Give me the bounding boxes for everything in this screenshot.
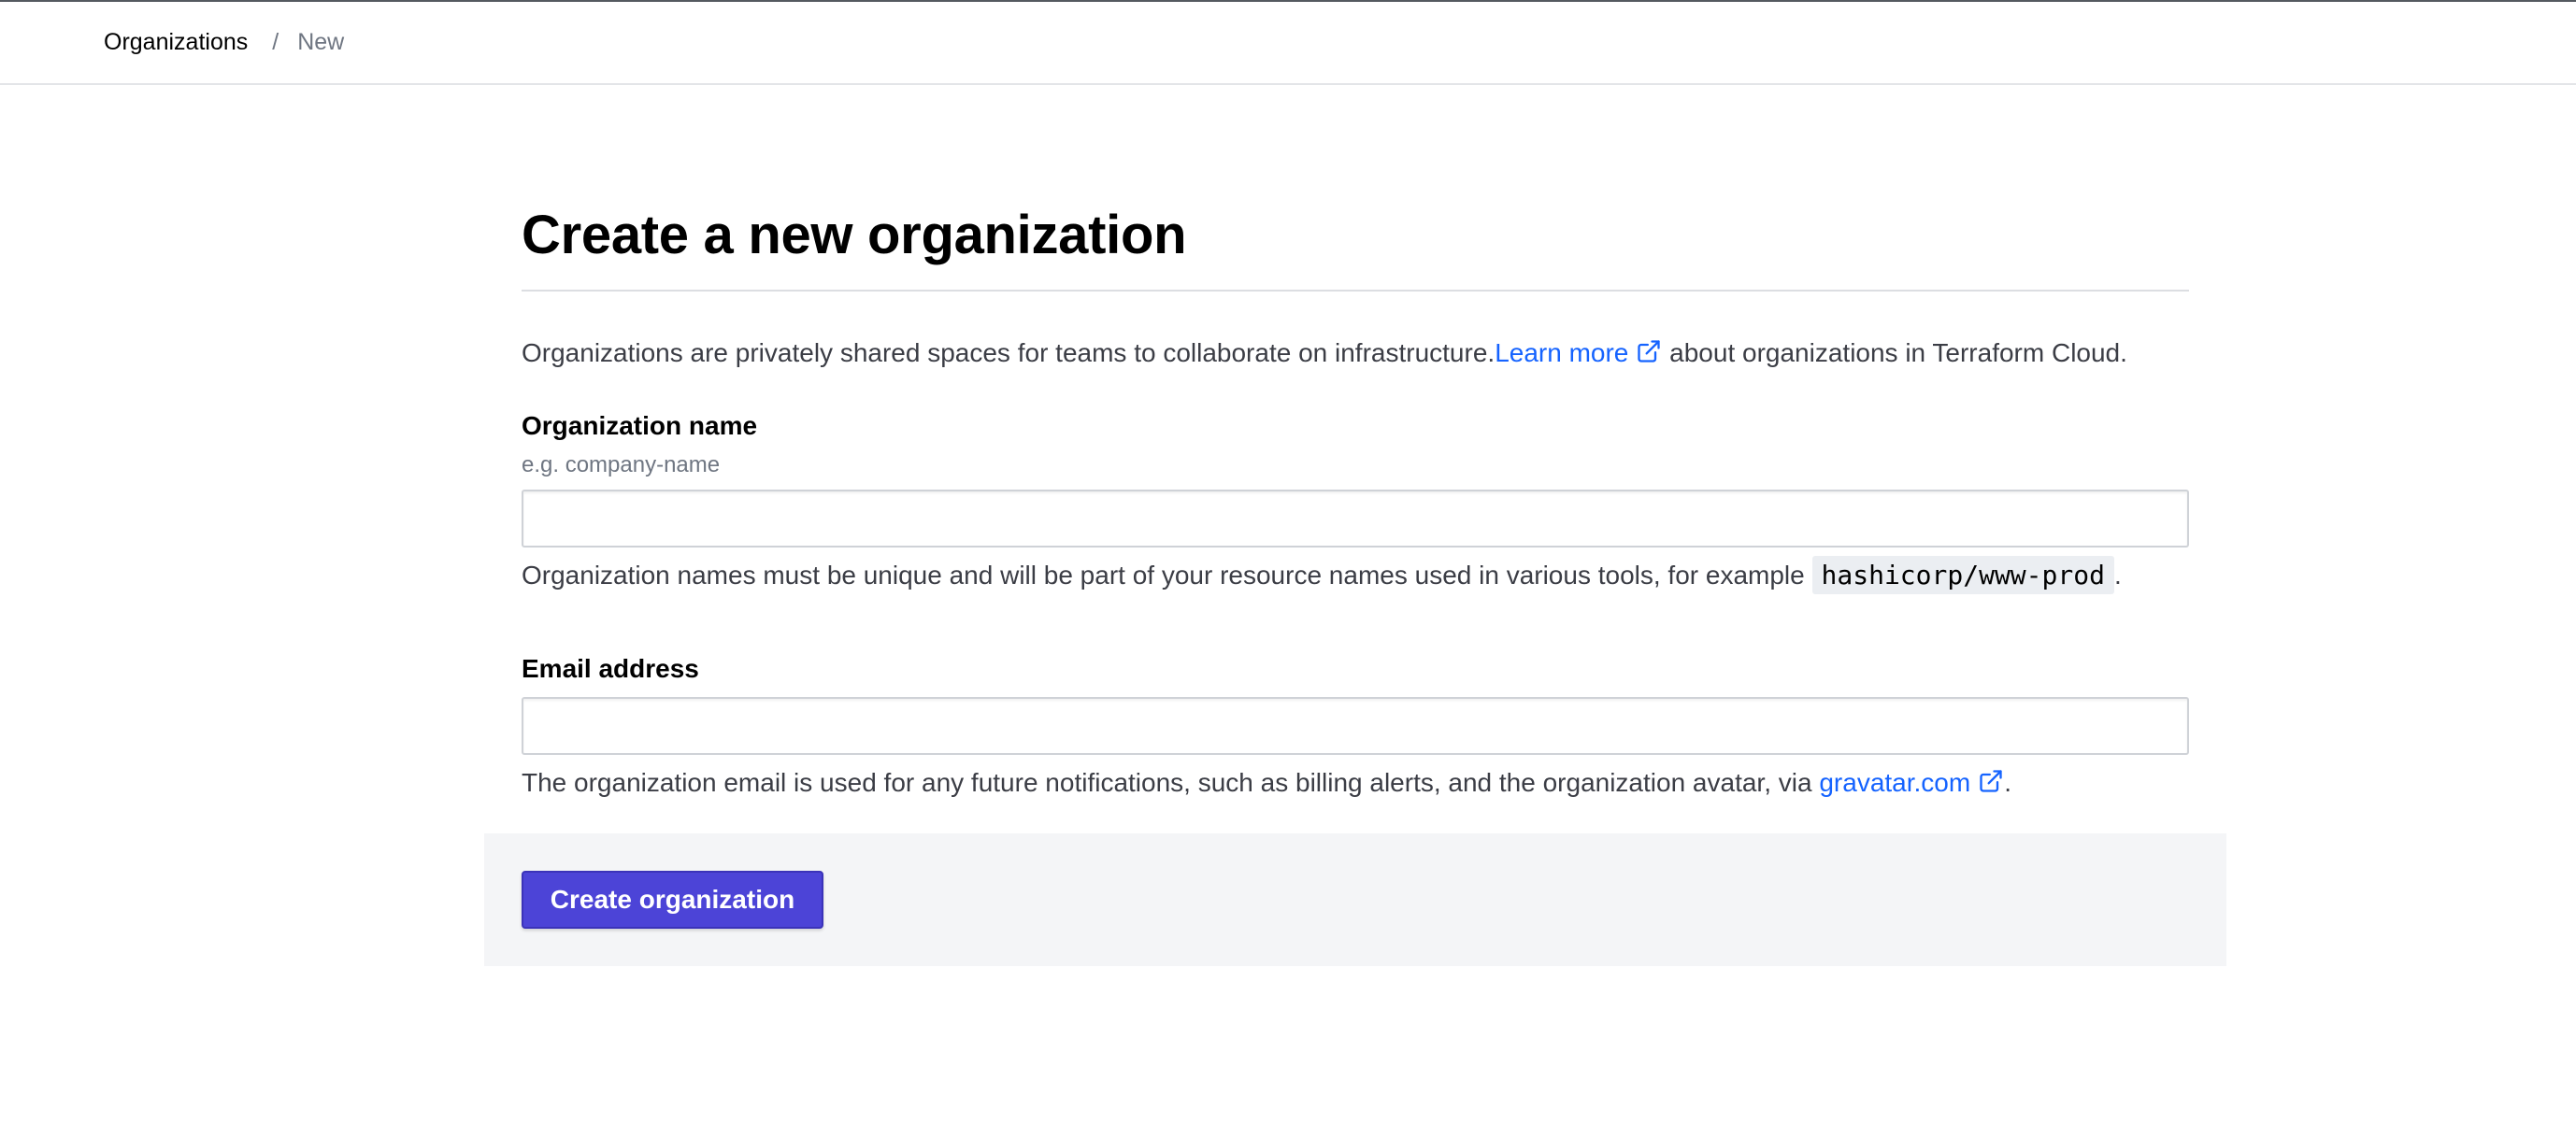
gravatar-link[interactable]: gravatar.com	[1819, 768, 2004, 797]
breadcrumb-organizations-link[interactable]: Organizations	[104, 29, 248, 56]
email-help: The organization email is used for any f…	[522, 761, 2189, 805]
create-organization-form: Create a new organization Organizations …	[522, 196, 2189, 805]
email-label: Email address	[522, 654, 699, 683]
organization-name-field: Organization name e.g. company-name Orga…	[522, 405, 2189, 598]
page-title: Create a new organization	[522, 205, 1187, 265]
breadcrumb-current: New	[297, 29, 345, 55]
example-resource-name: hashicorp/www-prod	[1811, 556, 2114, 594]
intro-text-after: about organizations in Terraform Cloud.	[1662, 338, 2127, 367]
organization-name-help: Organization names must be unique and wi…	[522, 553, 2189, 598]
email-input[interactable]	[522, 697, 2189, 755]
breadcrumb: Organizations / New	[0, 2, 2576, 85]
create-organization-button[interactable]: Create organization	[522, 871, 823, 929]
organization-name-input[interactable]	[522, 490, 2189, 548]
email-help-after: .	[2004, 768, 2011, 797]
organization-name-help-after: .	[2113, 561, 2122, 590]
intro-text: Organizations are privately shared space…	[522, 333, 2189, 374]
learn-more-label: Learn more	[1495, 338, 1629, 367]
external-link-icon	[1638, 340, 1661, 363]
learn-more-link[interactable]: Learn more	[1495, 338, 1662, 367]
title-divider	[522, 290, 2189, 292]
form-actions: Create organization	[484, 833, 2226, 966]
organization-name-help-before: Organization names must be unique and wi…	[522, 561, 1812, 590]
external-link-icon	[1980, 770, 2002, 792]
email-help-before: The organization email is used for any f…	[522, 768, 1820, 797]
organization-name-label: Organization name	[522, 411, 758, 440]
gravatar-label: gravatar.com	[1819, 768, 1971, 797]
email-field: Email address The organization email is …	[522, 648, 2189, 805]
intro-text-before: Organizations are privately shared space…	[522, 338, 1496, 367]
organization-name-hint: e.g. company-name	[522, 452, 721, 477]
breadcrumb-separator: /	[272, 29, 279, 55]
